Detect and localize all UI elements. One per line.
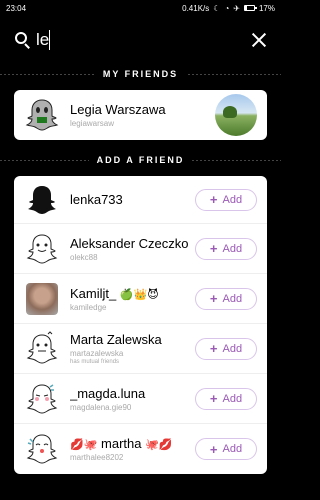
friend-ghost-avatar	[24, 97, 60, 133]
add-button[interactable]: + Add	[195, 438, 257, 460]
battery-icon	[243, 5, 257, 11]
photo-avatar	[24, 281, 60, 317]
list-item[interactable]: _magda.luna magdalena.gie90 + Add	[14, 374, 267, 424]
mutual-friends-note: has mutual friends	[70, 359, 120, 365]
add-button[interactable]: + Add	[195, 387, 257, 410]
user-name: lenka733	[70, 192, 123, 207]
user-name: Kamiljt_ 🍏👑😈	[70, 285, 159, 301]
user-username: magdalena.gie90	[70, 402, 132, 412]
friend-username: legiawarsaw	[70, 119, 115, 128]
list-item[interactable]: Kamiljt_ 🍏👑😈 kamiledge + Add	[14, 274, 267, 324]
text-caret	[49, 30, 51, 50]
status-bar: 23:04 0.41K/s ☾ ◔ ✈ 17%	[0, 0, 281, 16]
list-item[interactable]: Aleksander Czeczko olekc88 + Add	[14, 224, 267, 274]
friend-story-thumbnail[interactable]	[215, 94, 257, 136]
bitmoji-avatar	[24, 431, 60, 467]
moon-icon: ☾	[213, 3, 221, 13]
ghost-icon	[24, 182, 60, 218]
list-item[interactable]: Marta Zalewska martazalewska has mutual …	[14, 324, 267, 374]
list-item[interactable]: 💋🐙 martha 🐙💋 marthalee8202 + Add	[14, 424, 267, 474]
add-friend-header: ADD A FRIEND	[0, 150, 281, 170]
user-name: _magda.luna	[70, 385, 146, 401]
status-icons: 0.41K/s ☾ ◔ ✈ 17%	[182, 4, 275, 13]
list-item[interactable]: lenka733 + Add	[14, 176, 267, 224]
close-icon[interactable]	[251, 32, 267, 48]
my-friends-card: Legia Warszawa legiawarsaw	[14, 90, 267, 140]
my-friends-header: MY FRIENDS	[0, 64, 281, 84]
add-friend-card: lenka733 + Add Aleksander Czeczko olekc88…	[14, 176, 267, 474]
add-button[interactable]: + Add	[195, 237, 257, 260]
add-button[interactable]: + Add	[195, 188, 257, 211]
user-username: marthalee8202	[70, 453, 124, 462]
airplane-icon: ✈	[233, 3, 240, 13]
friend-name: Legia Warszawa	[70, 102, 166, 117]
battery-percent: 17%	[258, 3, 275, 13]
name-emojis: 🍏👑😈	[119, 288, 159, 301]
user-name: Marta Zalewska	[70, 332, 162, 347]
wifi-icon: ◔	[224, 3, 230, 13]
search-bar: le	[0, 16, 281, 64]
name-prefix-emojis: 💋🐙	[70, 439, 98, 451]
bitmoji-avatar	[24, 330, 60, 367]
search-input[interactable]: le	[36, 30, 49, 50]
user-username: kamiledge	[70, 302, 107, 312]
friend-row[interactable]: Legia Warszawa legiawarsaw	[14, 90, 267, 140]
bitmoji-avatar	[24, 381, 60, 417]
add-button[interactable]: + Add	[195, 337, 257, 360]
user-name: 💋🐙 martha 🐙💋	[70, 436, 173, 451]
user-username: olekc88	[70, 252, 98, 262]
user-name: Aleksander Czeczko	[70, 235, 189, 251]
search-icon	[14, 31, 32, 49]
name-suffix-emojis: 🐙💋	[145, 439, 173, 451]
add-button[interactable]: + Add	[195, 287, 257, 310]
bitmoji-avatar	[24, 231, 60, 267]
status-time: 23:04	[6, 3, 27, 13]
user-username: martazalewska	[70, 349, 124, 358]
network-speed: 0.41K/s	[182, 3, 210, 13]
